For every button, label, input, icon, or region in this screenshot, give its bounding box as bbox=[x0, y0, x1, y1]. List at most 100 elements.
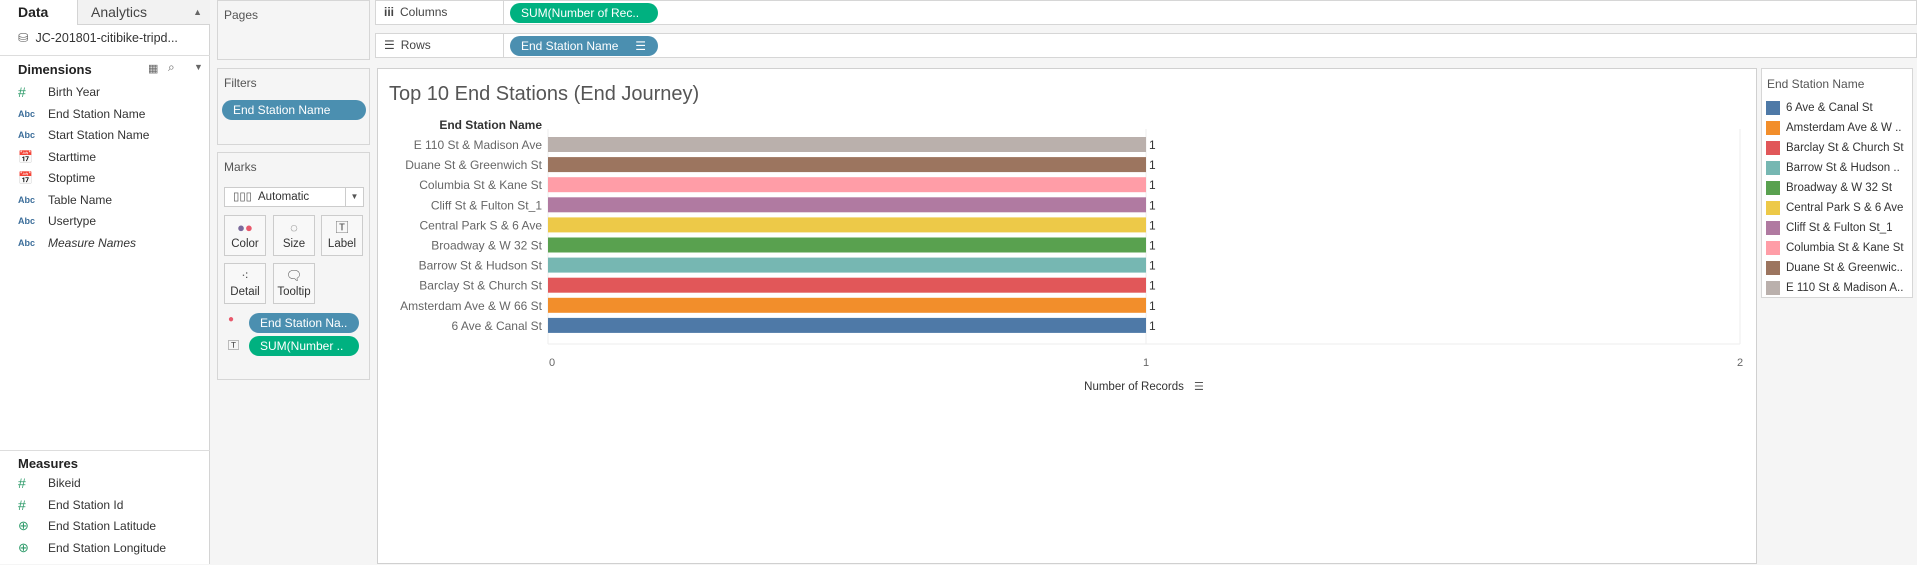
field-item[interactable]: Abc Start Station Name bbox=[18, 125, 149, 145]
color-label: Color bbox=[231, 238, 259, 250]
field-item[interactable]: # Birth Year bbox=[18, 82, 100, 102]
grid-view-icon[interactable]: ▦ bbox=[148, 62, 158, 75]
filters-shelf[interactable]: Filters End Station Name bbox=[217, 68, 370, 145]
legend-swatch bbox=[1766, 261, 1780, 275]
menu-dropdown-icon[interactable]: ▼ bbox=[194, 62, 203, 72]
color-icon: ●● bbox=[237, 220, 253, 235]
datasource-item[interactable]: ⛁ JC-201801-citibike-tripd... bbox=[18, 30, 178, 46]
legend-swatch bbox=[1766, 161, 1780, 175]
legend-swatch bbox=[1766, 201, 1780, 215]
field-item[interactable]: 📅 Stoptime bbox=[18, 168, 95, 188]
category-label[interactable]: E 110 St & Madison Ave bbox=[414, 138, 543, 152]
columns-label-text: Columns bbox=[400, 5, 448, 19]
legend-title: End Station Name bbox=[1767, 77, 1865, 91]
legend-item[interactable]: Amsterdam Ave & W .. bbox=[1766, 119, 1901, 137]
bar[interactable] bbox=[548, 217, 1146, 233]
bar[interactable] bbox=[548, 177, 1146, 193]
columns-shelf[interactable]: iii Columns SUM(Number of Rec.. bbox=[375, 0, 1917, 25]
tab-analytics[interactable]: Analytics ▲ bbox=[77, 0, 210, 25]
columns-label: iii Columns bbox=[376, 1, 504, 24]
legend-item[interactable]: Cliff St & Fulton St_1 bbox=[1766, 219, 1893, 237]
bar[interactable] bbox=[548, 297, 1146, 313]
x-axis-title[interactable]: Number of Records bbox=[1084, 381, 1184, 393]
filter-pill-end-station-name[interactable]: End Station Name bbox=[222, 100, 366, 120]
legend-label: Cliff St & Fulton St_1 bbox=[1786, 222, 1893, 234]
field-item[interactable]: Abc Measure Names bbox=[18, 233, 136, 253]
x-tick-label: 2 bbox=[1737, 357, 1743, 369]
rows-pill[interactable]: End Station Name ☰ bbox=[510, 36, 658, 56]
category-label[interactable]: 6 Ave & Canal St bbox=[451, 319, 542, 333]
field-item[interactable]: Abc Usertype bbox=[18, 211, 96, 231]
color-icon: ● bbox=[228, 314, 235, 325]
tooltip-button[interactable]: 🗨 Tooltip bbox=[273, 263, 315, 304]
field-item[interactable]: # Bikeid bbox=[18, 473, 81, 493]
measures-heading: Measures bbox=[18, 456, 78, 471]
category-label[interactable]: Columbia St & Kane St bbox=[419, 178, 542, 192]
legend-item[interactable]: Central Park S & 6 Ave bbox=[1766, 199, 1903, 217]
divider bbox=[0, 450, 210, 451]
datasource-icon: ⛁ bbox=[18, 31, 29, 45]
bar[interactable] bbox=[548, 137, 1146, 152]
size-button[interactable]: ◌ Size bbox=[273, 215, 315, 256]
detail-label: Detail bbox=[230, 286, 260, 298]
bar-chart-icon: ▯▯▯ bbox=[233, 191, 252, 203]
field-item[interactable]: Abc Table Name bbox=[18, 190, 112, 210]
size-label: Size bbox=[282, 238, 306, 250]
marks-card: Marks ▯▯▯ Automatic ▼ ●● Color ◌ Size 🅃 Labe… bbox=[217, 152, 370, 380]
field-item[interactable]: ⊕ End Station Longitude bbox=[18, 538, 166, 558]
category-label[interactable]: Central Park S & 6 Ave bbox=[419, 218, 542, 232]
field-label: Usertype bbox=[48, 214, 97, 228]
pages-shelf[interactable]: Pages bbox=[217, 0, 370, 60]
field-item[interactable]: 📅 Starttime bbox=[18, 147, 96, 167]
bar[interactable] bbox=[548, 317, 1146, 333]
tooltip-icon: 🗨 bbox=[285, 268, 303, 283]
legend-swatch bbox=[1766, 221, 1780, 235]
label-button[interactable]: 🅃 Label bbox=[321, 215, 363, 256]
bar[interactable] bbox=[548, 257, 1146, 273]
bar[interactable] bbox=[548, 197, 1146, 213]
field-label: End Station Longitude bbox=[48, 540, 167, 555]
legend-item[interactable]: Broadway & W 32 St bbox=[1766, 179, 1892, 197]
field-label: Starttime bbox=[48, 149, 97, 164]
detail-button[interactable]: ⁖ Detail bbox=[224, 263, 266, 304]
data-label: 1 bbox=[1149, 299, 1156, 313]
bar[interactable] bbox=[548, 277, 1146, 293]
bar[interactable] bbox=[548, 237, 1146, 253]
legend-item[interactable]: E 110 St & Madison A.. bbox=[1766, 279, 1903, 297]
marks-title: Marks bbox=[224, 160, 257, 174]
legend-item[interactable]: Duane St & Greenwic.. bbox=[1766, 259, 1903, 277]
legend-item[interactable]: Columbia St & Kane St bbox=[1766, 239, 1904, 257]
marks-label-pill[interactable]: SUM(Number .. bbox=[249, 336, 359, 356]
field-item[interactable]: ⊕ End Station Latitude bbox=[18, 516, 156, 536]
legend-item[interactable]: 6 Ave & Canal St bbox=[1766, 99, 1873, 117]
marks-color-pill[interactable]: End Station Na.. bbox=[249, 313, 359, 333]
tab-data[interactable]: Data bbox=[0, 0, 77, 25]
bar[interactable] bbox=[548, 157, 1146, 173]
category-label[interactable]: Broadway & W 32 St bbox=[431, 239, 542, 253]
sort-icon[interactable]: ☰ bbox=[1194, 380, 1204, 393]
detail-icon: ⁖ bbox=[241, 268, 249, 283]
color-button[interactable]: ●● Color bbox=[224, 215, 266, 256]
number-type-icon: # bbox=[18, 496, 26, 513]
string-type-icon: Abc bbox=[18, 130, 36, 140]
field-item[interactable]: # End Station Id bbox=[18, 495, 123, 515]
category-label[interactable]: Amsterdam Ave & W 66 St bbox=[400, 299, 542, 313]
legend-item[interactable]: Barrow St & Hudson .. bbox=[1766, 159, 1900, 177]
field-label: Measure Names bbox=[48, 235, 137, 250]
field-item[interactable]: Abc End Station Name bbox=[18, 104, 145, 124]
field-label: Table Name bbox=[48, 192, 113, 207]
legend-item[interactable]: Barclay St & Church St bbox=[1766, 139, 1904, 157]
category-label[interactable]: Duane St & Greenwich St bbox=[405, 158, 542, 172]
field-label: Bikeid bbox=[48, 476, 81, 490]
category-label[interactable]: Barrow St & Hudson St bbox=[419, 259, 543, 273]
category-label[interactable]: Barclay St & Church St bbox=[419, 279, 542, 293]
search-icon[interactable]: ⌕ bbox=[168, 60, 175, 75]
category-label[interactable]: Cliff St & Fulton St_1 bbox=[431, 198, 542, 212]
columns-pill[interactable]: SUM(Number of Rec.. bbox=[510, 3, 658, 23]
mark-type-value: Automatic bbox=[258, 191, 310, 203]
y-axis-title: End Station Name bbox=[439, 118, 542, 132]
rows-shelf[interactable]: ☰ Rows End Station Name ☰ bbox=[375, 33, 1917, 58]
data-label: 1 bbox=[1149, 138, 1156, 152]
mark-type-dropdown[interactable]: ▯▯▯ Automatic ▼ bbox=[224, 187, 364, 207]
legend-label: E 110 St & Madison A.. bbox=[1786, 282, 1904, 294]
